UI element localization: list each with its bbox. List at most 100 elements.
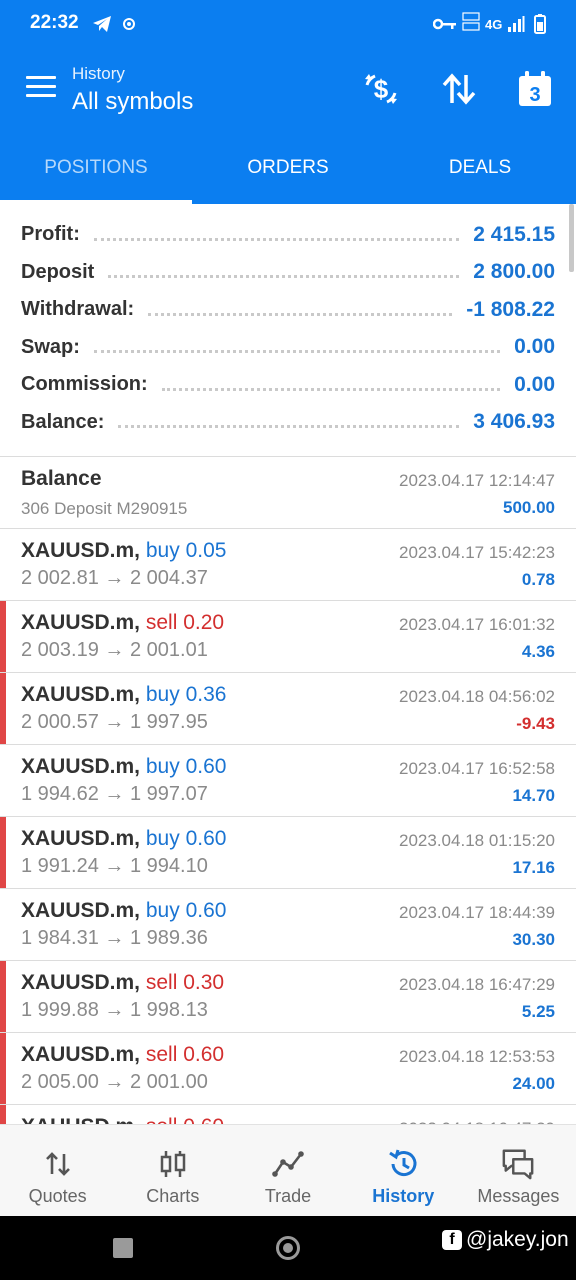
home-button[interactable] [276,1236,300,1260]
dotted-leader [93,341,501,354]
deal-side: buy 0.60 [145,827,227,850]
summary-row-swap: Swap: 0.00 [21,329,555,367]
deal-profit: 0.78 [521,570,555,589]
deal-side: sell 0.60 [146,1115,224,1124]
calendar-day-label: 3 [529,84,540,106]
app-bar: History All symbols $ 3 [0,48,576,132]
vpn-key-icon [433,12,457,36]
watermark-text: @jakey.jon [466,1228,569,1251]
quotes-icon [41,1147,75,1181]
status-time: 22:32 [30,12,79,33]
dotted-leader [161,379,501,391]
deal-datetime: 2023.04.17 18:44:39 [399,903,555,922]
nav-label: Quotes [28,1186,87,1206]
deals-list[interactable]: Balance 306 Deposit M290915 2023.04.17 1… [0,456,576,1124]
nav-charts[interactable]: Charts [115,1125,230,1216]
tab-deals[interactable]: DEALS [384,132,576,204]
summary-label: Withdrawal: [21,298,135,321]
volte-icon [462,12,480,36]
deal-symbol: XAUUSD.m, sell 0.60 [21,1043,224,1067]
summary-value: 0.00 [514,335,555,359]
deal-side: buy 0.60 [145,755,227,778]
deal-row[interactable]: XAUUSD.m, sell 0.60 2 005.00 → 2 001.00 20… [0,1033,576,1105]
sort-icon[interactable] [438,68,480,110]
deal-symbol: XAUUSD.m, buy 0.05 [21,539,226,563]
deal-symbol: XAUUSD.m, buy 0.60 [21,755,226,779]
summary-value: -1 808.22 [466,297,555,321]
deal-datetime: 2023.04.17 16:52:58 [399,759,555,778]
page-subtitle: History [72,64,125,83]
deal-symbol-text: XAUUSD.m, [21,1043,141,1066]
dotted-leader [148,304,453,316]
deal-prices: 1 991.24 → 1 994.10 [21,855,208,877]
deal-row[interactable]: XAUUSD.m, buy 0.36 2 000.57 → 1 997.95 202… [0,673,576,745]
deal-symbol-text: XAUUSD.m, [21,827,141,850]
nav-history[interactable]: History [346,1125,461,1216]
settings-gear-icon [121,12,137,36]
scrollbar[interactable] [569,204,574,272]
deal-symbol-text: XAUUSD.m, [21,539,141,562]
deal-row[interactable]: XAUUSD.m, sell 0.30 1 999.88 → 1 998.13 20… [0,961,576,1033]
deal-datetime: 2023.04.18 16:47:29 [399,975,555,994]
deal-datetime: 2023.04.18 01:15:20 [399,831,555,850]
nav-label: Messages [477,1186,560,1206]
deal-profit: 30.30 [512,930,555,949]
symbol-selector[interactable]: All symbols [72,88,193,116]
deal-prices: 2 005.00 → 2 001.00 [21,1071,208,1093]
summary-row-balance: Balance: 3 406.93 [21,404,555,442]
deal-row[interactable]: XAUUSD.m, sell 0.20 2 003.19 → 2 001.01 20… [0,601,576,673]
svg-text:$: $ [374,74,389,104]
nav-quotes[interactable]: Quotes [0,1125,115,1216]
deal-datetime: 2023.04.17 15:42:23 [399,543,555,562]
facebook-icon: f [442,1230,462,1250]
deal-profit: 17.16 [512,858,555,877]
charts-icon [156,1147,190,1181]
deal-symbol: XAUUSD.m, sell 0.30 [21,971,224,995]
dotted-leader [93,229,460,241]
deal-prices: 1 994.62 → 1 997.07 [21,783,208,805]
nav-trade[interactable]: Trade [230,1125,345,1216]
summary-row-commission: Commission: 0.00 [21,366,555,404]
dotted-leader [118,416,460,429]
deal-side: buy 0.60 [145,899,227,922]
messages-icon [501,1147,535,1181]
tab-orders[interactable]: ORDERS [192,132,384,204]
balance-row[interactable]: Balance 306 Deposit M290915 2023.04.17 1… [0,457,576,529]
summary-value: 3 406.93 [473,410,555,434]
deal-prices: 2 002.81 → 2 004.37 [21,567,208,589]
deal-row[interactable]: XAUUSD.m, buy 0.05 2 002.81 → 2 004.37 202… [0,529,576,601]
deal-profit: 5.25 [521,1002,555,1021]
deal-row[interactable]: XAUUSD.m, buy 0.60 1 984.31 → 1 989.36 202… [0,889,576,961]
deal-prices: 2 003.19 → 2 001.01 [21,639,208,661]
deal-row[interactable]: XAUUSD.m, buy 0.60 1 994.62 → 1 997.07 202… [0,745,576,817]
balance-amount: 500.00 [503,498,555,517]
deal-row[interactable]: XAUUSD.m, sell 0.602023.04.18 16:47:29 [0,1105,576,1124]
summary-label: Profit: [21,223,80,246]
deal-symbol-text: XAUUSD.m, [21,971,141,994]
deal-side: sell 0.20 [145,611,225,634]
summary-label: Swap: [21,335,80,358]
tab-positions[interactable]: POSITIONS [0,132,192,204]
recents-button[interactable] [113,1238,133,1258]
deal-datetime: 2023.04.18 12:53:53 [399,1047,555,1066]
watermark: f @jakey.jon [442,1228,569,1252]
balance-description: 306 Deposit M290915 [21,499,188,518]
deal-symbol-text: XAUUSD.m, [21,899,141,922]
deal-profit: 14.70 [512,786,555,805]
deal-profit: -9.43 [516,714,555,733]
deal-symbol: XAUUSD.m, buy 0.36 [21,683,226,707]
deal-row[interactable]: XAUUSD.m, buy 0.60 1 991.24 → 1 994.10 202… [0,817,576,889]
nav-messages[interactable]: Messages [461,1125,576,1216]
deal-side: buy 0.36 [145,683,227,706]
telegram-icon [92,12,112,36]
calendar-icon[interactable]: 3 [514,68,556,110]
bottom-navigation: Quotes Charts Trade History Messages [0,1124,576,1216]
deal-side: sell 0.60 [145,1043,225,1066]
battery-icon [534,12,546,36]
deal-symbol: XAUUSD.m, buy 0.60 [21,827,226,851]
deal-datetime: 2023.04.17 16:01:32 [399,615,555,634]
deal-prices: 1 999.88 → 1 998.13 [21,999,208,1021]
menu-icon[interactable] [26,76,56,100]
currency-exchange-icon[interactable]: $ [360,68,402,110]
signal-icon [507,12,525,36]
